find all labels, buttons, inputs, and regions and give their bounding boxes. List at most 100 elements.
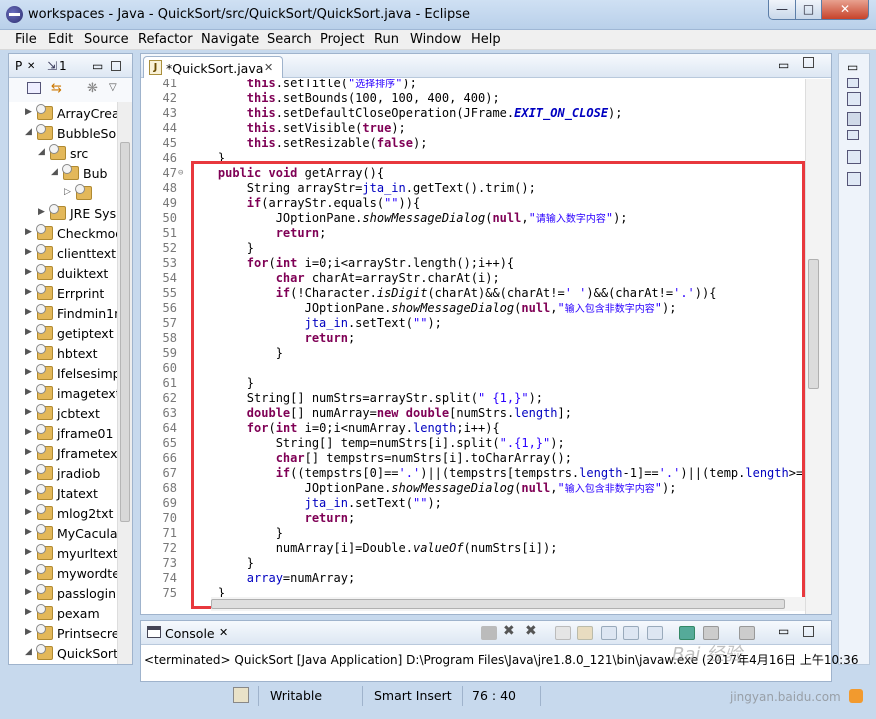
code-line[interactable]: 72 numArray[i]=Double.valueOf(numStrs[i]… — [141, 541, 805, 556]
tree-item[interactable]: ▶ imagetext — [9, 384, 121, 404]
code-area[interactable]: 41 this.setTitle("选择排序"); 42 this.setBoun… — [141, 79, 805, 597]
expand-arrow-icon[interactable]: ▶ — [25, 467, 32, 477]
tree-item[interactable]: ▶ MyCaculat — [9, 524, 122, 544]
tab-hierarchy[interactable]: 1 — [59, 59, 67, 73]
restore-icon[interactable]: ▭ — [847, 60, 861, 74]
code-line[interactable]: 59 } — [141, 346, 805, 361]
code-line[interactable]: 44 this.setVisible(true); — [141, 121, 805, 136]
hierarchy-icon[interactable]: ⇲ — [47, 59, 57, 73]
menu-file[interactable]: File — [15, 32, 37, 47]
expand-arrow-icon[interactable]: ▶ — [25, 247, 32, 257]
minimize-view-icon[interactable]: ▭ — [778, 624, 794, 638]
fold-toggle-icon[interactable]: ⊖ — [178, 166, 183, 181]
collapse-all-icon[interactable] — [27, 82, 41, 94]
code-line[interactable]: 58 return; — [141, 331, 805, 346]
tab-console[interactable]: Console — [165, 626, 215, 641]
menu-source[interactable]: Source — [84, 32, 129, 47]
tree-item[interactable]: ▶ getiptext — [9, 324, 117, 344]
expand-arrow-icon[interactable]: ▶ — [25, 327, 32, 337]
tree-item[interactable]: ▶ JRE Sys — [9, 204, 117, 224]
code-line[interactable]: 56 JOptionPane.showMessageDialog(null,"输… — [141, 301, 805, 316]
terminate-icon[interactable] — [481, 626, 497, 640]
editor-hscroll-thumb[interactable] — [211, 599, 785, 609]
code-line[interactable]: 64 for(int i=0;i<numArray.length;i++){ — [141, 421, 805, 436]
expand-arrow-icon[interactable]: ▶ — [25, 567, 32, 577]
code-line[interactable]: 52 } — [141, 241, 805, 256]
code-line[interactable]: 65 String[] temp=numStrs[i].split(".{1,}… — [141, 436, 805, 451]
restore-view-icon-2[interactable] — [847, 130, 859, 140]
tree-item[interactable]: ▶ hbtext — [9, 344, 117, 364]
code-line[interactable]: 54 char charAt=arrayStr.charAt(i); — [141, 271, 805, 286]
tree-item[interactable]: ▷ — [9, 184, 117, 204]
maximize-editor-icon[interactable] — [803, 57, 814, 68]
tree-item[interactable]: ▶ Jframetext — [9, 444, 122, 464]
task-list-icon[interactable] — [847, 112, 861, 126]
tree-item[interactable]: ▶ Findmin1n — [9, 304, 122, 324]
tree-item[interactable]: ▶ myurltext — [9, 544, 118, 564]
search-view-icon[interactable] — [847, 172, 861, 186]
expand-arrow-icon[interactable]: ▶ — [25, 487, 32, 497]
view-menu-icon[interactable]: ▽ — [109, 82, 117, 93]
expand-arrow-icon[interactable]: ▶ — [25, 307, 32, 317]
menu-run[interactable]: Run — [374, 32, 399, 47]
code-line[interactable]: 48 String arrayStr=jta_in.getText().trim… — [141, 181, 805, 196]
code-line[interactable]: 62 String[] numStrs=arrayStr.split(" {1,… — [141, 391, 805, 406]
code-line[interactable]: 47 ⊖ public void getArray(){ — [141, 166, 805, 181]
close-icon[interactable]: ✕ — [27, 61, 35, 72]
code-line[interactable]: 70 return; — [141, 511, 805, 526]
tree-item[interactable]: ▶ jcbtext — [9, 404, 117, 424]
tree-item[interactable]: ▶ mywordte — [9, 564, 120, 584]
tree-item[interactable]: ◢ src — [9, 144, 117, 164]
code-line[interactable]: 69 jta_in.setText(""); — [141, 496, 805, 511]
code-line[interactable]: 57 jta_in.setText(""); — [141, 316, 805, 331]
expand-arrow-icon[interactable]: ▶ — [25, 507, 32, 517]
tree-item[interactable]: ▶ Checkmoo — [9, 224, 123, 244]
expand-arrow-icon[interactable]: ▶ — [25, 427, 32, 437]
menu-search[interactable]: Search — [267, 32, 312, 47]
code-line[interactable]: 53 for(int i=0;i<arrayStr.length();i++){ — [141, 256, 805, 271]
code-line[interactable]: 73 } — [141, 556, 805, 571]
expand-arrow-icon[interactable]: ▶ — [25, 607, 32, 617]
editor-vertical-scrollbar[interactable] — [805, 79, 831, 614]
show-on-error-icon[interactable] — [647, 626, 663, 640]
close-icon[interactable]: ✕ — [264, 61, 273, 74]
expand-arrow-icon[interactable]: ◢ — [38, 147, 45, 157]
maximize-view-icon[interactable] — [111, 61, 121, 71]
hierarchy-view-icon[interactable] — [847, 150, 861, 164]
expand-arrow-icon[interactable]: ▶ — [25, 367, 32, 377]
expand-arrow-icon[interactable]: ▶ — [25, 407, 32, 417]
minimize-button[interactable]: — — [768, 0, 796, 20]
code-line[interactable]: 71 } — [141, 526, 805, 541]
code-line[interactable]: 46 } — [141, 151, 805, 166]
filter-icon[interactable]: ❋ — [87, 81, 98, 96]
expand-arrow-icon[interactable]: ▶ — [25, 587, 32, 597]
tree-item[interactable]: ▶ duiktext — [9, 264, 117, 284]
tree-item[interactable]: ▶ Jtatext — [9, 484, 117, 504]
code-line[interactable]: 67 if((tempstrs[0]=='.')||(tempstrs[temp… — [141, 466, 805, 481]
expand-arrow-icon[interactable]: ▶ — [25, 287, 32, 297]
tab-quicksort-java[interactable]: J *QuickSort.java ✕ — [143, 56, 283, 78]
menu-project[interactable]: Project — [320, 32, 364, 47]
expand-arrow-icon[interactable]: ▶ — [25, 447, 32, 457]
tree-item[interactable]: ▶ Ifelsesimp — [9, 364, 121, 384]
code-line[interactable]: 63 double[] numArray=new double[numStrs.… — [141, 406, 805, 421]
explorer-scrollbar[interactable] — [117, 102, 132, 664]
code-line[interactable]: 49 if(arrayStr.equals("")){ — [141, 196, 805, 211]
code-line[interactable]: 66 char[] tempstrs=numStrs[i].toCharArra… — [141, 451, 805, 466]
tree-item[interactable]: ▶ mlog2txt — [9, 504, 117, 524]
expand-arrow-icon[interactable]: ▶ — [25, 387, 32, 397]
word-wrap-icon[interactable] — [601, 626, 617, 640]
code-line[interactable]: 60 — [141, 361, 805, 376]
editor-horizontal-scrollbar[interactable] — [211, 597, 805, 611]
clear-console-icon[interactable] — [555, 626, 571, 640]
remove-all-icon[interactable]: ✖ — [525, 623, 541, 639]
expand-arrow-icon[interactable]: ◢ — [51, 167, 58, 177]
expand-arrow-icon[interactable]: ▶ — [25, 227, 32, 237]
expand-arrow-icon[interactable]: ▶ — [25, 347, 32, 357]
close-icon[interactable]: ✕ — [219, 626, 228, 639]
minimize-view-icon[interactable]: ▭ — [92, 59, 103, 73]
code-line[interactable]: 68 JOptionPane.showMessageDialog(null,"输… — [141, 481, 805, 496]
show-on-output-icon[interactable] — [623, 626, 639, 640]
minimize-editor-icon[interactable]: ▭ — [778, 58, 789, 72]
scroll-lock-icon[interactable] — [577, 626, 593, 640]
